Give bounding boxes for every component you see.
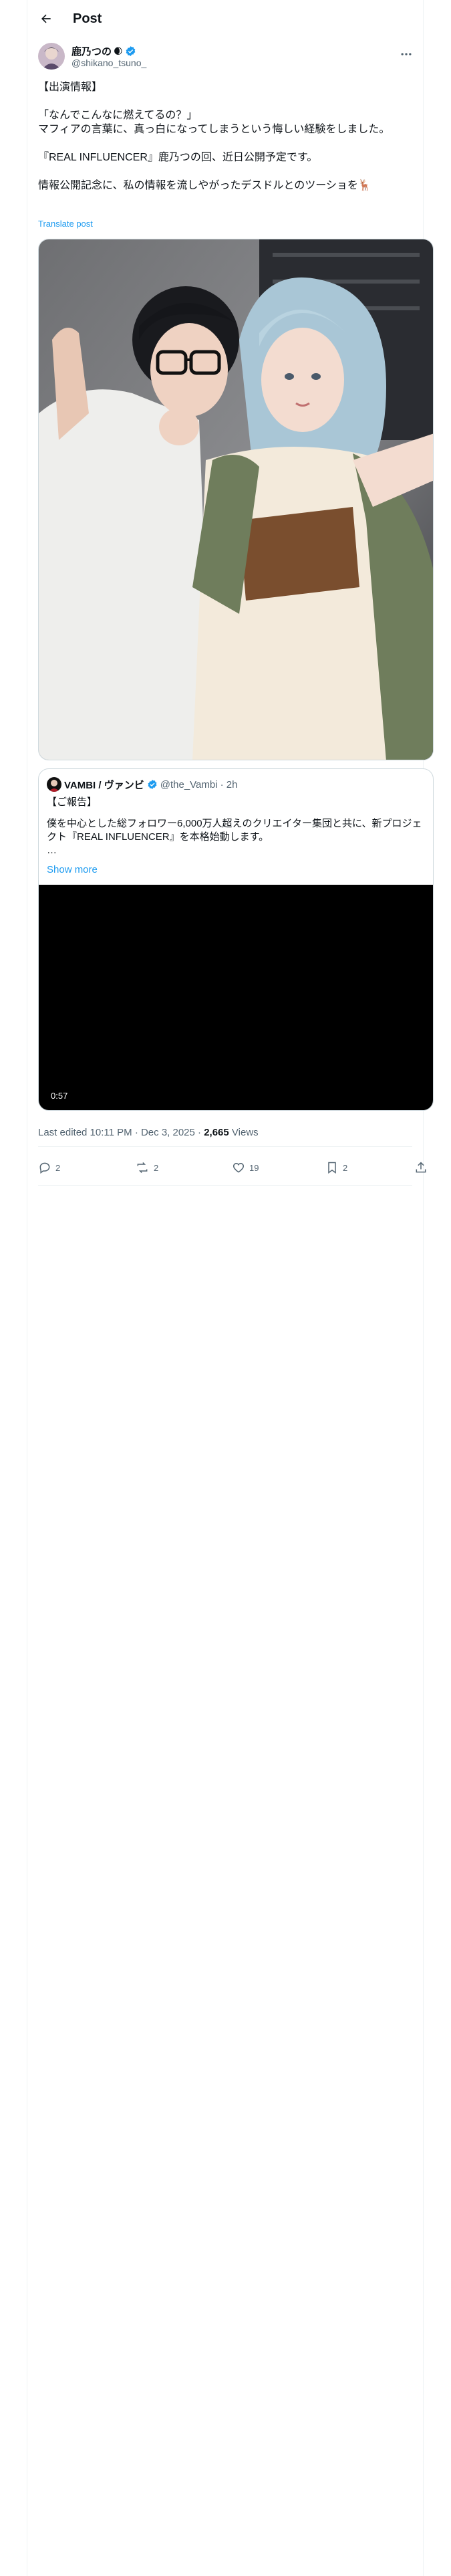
video-duration-badge: 0:57 — [47, 1089, 72, 1102]
page-title: Post — [73, 11, 102, 26]
heart-icon — [233, 1162, 245, 1173]
quoted-post-time: · 2h — [220, 778, 238, 790]
divider — [38, 1185, 412, 1186]
quoted-post-header: VAMBI / ヴァンビ @the_Vambi · 2h — [47, 777, 237, 792]
quoted-line-ellipsis: … — [47, 845, 57, 856]
quoted-author-name: VAMBI / ヴァンビ — [64, 779, 144, 791]
post-meta: Last edited 10:11 PM · Dec 3, 2025 · 2,6… — [38, 1127, 259, 1138]
post-header: Post — [27, 0, 423, 37]
reply-icon — [39, 1162, 50, 1174]
author-handle[interactable]: @shikano_tsuno_ — [71, 58, 146, 68]
quoted-author-handle: @the_Vambi — [160, 778, 218, 790]
share-button[interactable] — [414, 1153, 428, 1182]
tweet-line: 【出演情報】 — [38, 82, 103, 93]
repost-count: 2 — [154, 1162, 159, 1173]
show-more-link[interactable]: Show more — [47, 864, 98, 875]
views-count: 2,665 — [204, 1127, 229, 1138]
back-button[interactable] — [34, 7, 58, 31]
quoted-avatar — [47, 777, 61, 792]
reply-count: 2 — [55, 1162, 61, 1173]
quoted-line: 【ご報告】 — [47, 796, 98, 808]
tweet-line: 「なんでこんなに燃えてるの？」 — [38, 110, 198, 121]
quoted-post[interactable]: VAMBI / ヴァンビ @the_Vambi · 2h 【ご報告】 僕を中心と… — [38, 768, 434, 1111]
tweet-line: マフィアの言葉に、真っ白になってしまうという悔しい経験をしました。 — [38, 124, 390, 135]
tweet-text: 【出演情報】 「なんでこんなに燃えてるの？」 マフィアの言葉に、真っ白になってし… — [38, 80, 419, 193]
more-options-button[interactable] — [396, 44, 416, 64]
bookmark-button[interactable]: 2 — [325, 1153, 347, 1182]
arrow-left-icon — [41, 14, 51, 23]
repost-button[interactable]: 2 — [135, 1153, 158, 1182]
author-row: 鹿乃つの 🌒 @shikano_tsuno_ — [27, 40, 423, 78]
edited-timestamp[interactable]: Last edited 10:11 PM · Dec 3, 2025 · — [38, 1127, 204, 1138]
translate-post-link[interactable]: Translate post — [38, 219, 93, 229]
bookmark-icon — [328, 1162, 336, 1174]
divider — [38, 1146, 412, 1147]
repost-icon — [137, 1162, 148, 1174]
tweet-line: 情報公開記念に、私の情報を流しやがったデスドルとのツーショを🦌 — [38, 180, 371, 191]
quoted-post-text: 【ご報告】 僕を中心とした総フォロワー6,000万人超えのクリエイター集団と共に… — [47, 796, 425, 857]
like-count: 19 — [249, 1162, 259, 1173]
verified-badge-icon — [126, 46, 135, 56]
reply-button[interactable]: 2 — [38, 1153, 60, 1182]
more-dots-icon — [401, 53, 412, 56]
video-player[interactable]: 0:57 — [39, 885, 433, 1110]
share-icon — [416, 1162, 426, 1173]
like-button[interactable]: 19 — [232, 1153, 259, 1182]
views-label: Views — [229, 1127, 259, 1138]
quoted-line: 僕を中心とした総フォロワー6,000万人超えのクリエイター集団と共に、新プロジェ… — [47, 818, 422, 843]
tweet-line: 『REAL INFLUENCER』鹿乃つの回、近日公開予定です。 — [38, 152, 318, 163]
moon-emoji-icon: 🌒 — [114, 45, 123, 56]
verified-badge-icon — [148, 780, 157, 789]
author-name[interactable]: 鹿乃つの — [71, 44, 112, 58]
photo-illustration — [39, 239, 433, 760]
bookmark-count: 2 — [343, 1162, 348, 1173]
avatar[interactable] — [38, 43, 65, 70]
author-name-line[interactable]: 鹿乃つの 🌒 — [71, 44, 136, 58]
post-photo[interactable] — [38, 239, 434, 760]
action-bar: 2 2 19 2 — [38, 1153, 432, 1182]
